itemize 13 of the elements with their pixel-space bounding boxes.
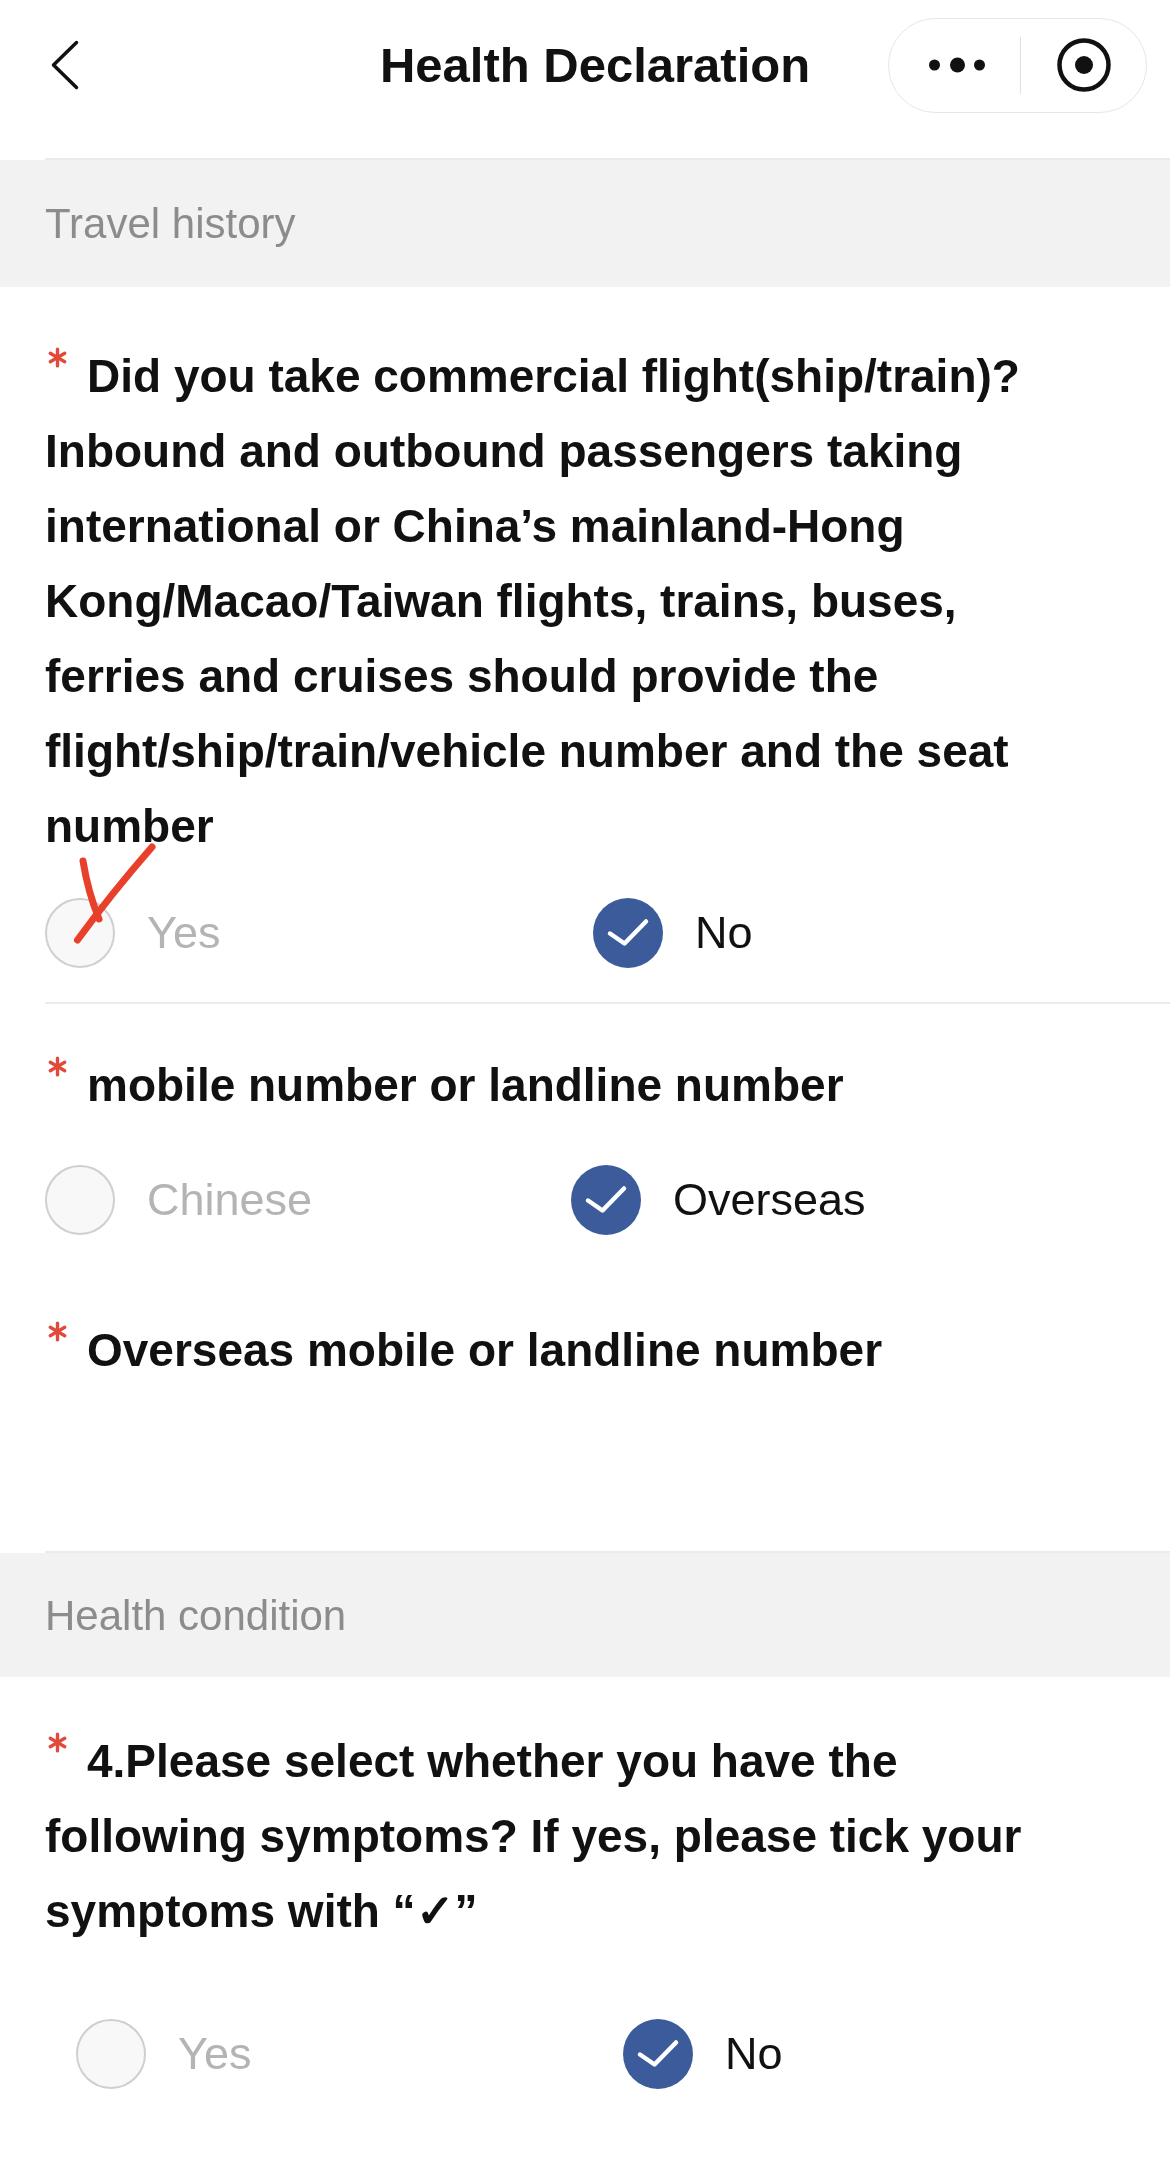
page-title: Health Declaration <box>379 37 811 94</box>
back-icon <box>51 40 79 90</box>
question-text: Overseas mobile or landline number <box>86 1323 884 1378</box>
radio-option[interactable]: No <box>593 898 753 968</box>
section-title: Health condition <box>45 1590 347 1641</box>
question-text: 4.Please select whether you have the following symptoms? If yes, please tick your symptoms with “✓” <box>45 1734 1023 1939</box>
radio-option[interactable]: No <box>623 2019 783 2089</box>
question-text: Did you take commercial flight(ship/train)? Inbound and outbound passengers taking international or China’s mainland-Hong Kong/Macao/Taiwan flights, trains, buses, ferries and cruises should provide the flight/ship/train/vehicle number and the seat number <box>45 349 1021 854</box>
section-title: Travel history <box>45 199 296 249</box>
question-text: mobile number or landline number <box>86 1058 845 1113</box>
more-icon <box>929 57 986 73</box>
circle-dot-icon <box>1056 38 1111 92</box>
radio-option[interactable]: Overseas <box>571 1165 866 1235</box>
